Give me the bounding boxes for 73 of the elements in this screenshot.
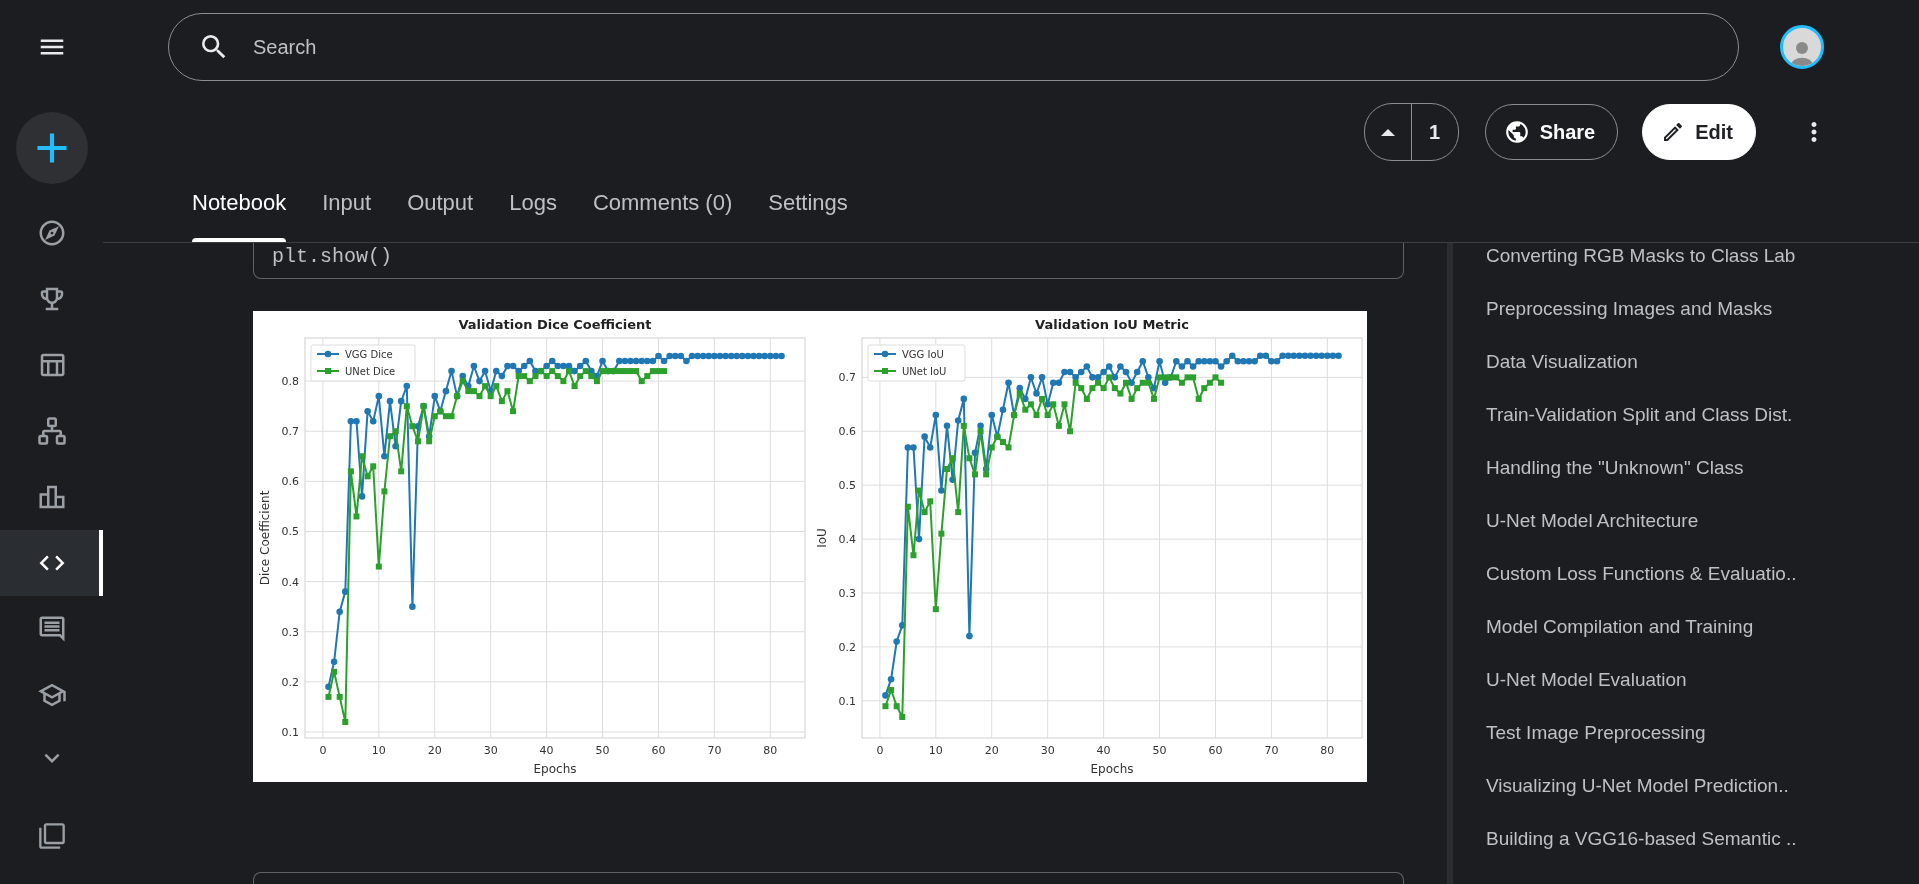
legend-label: UNet Dice (345, 366, 396, 377)
legend-label: VGG IoU (902, 349, 944, 360)
toc-link[interactable]: Train-Validation Split and Class Dist. (1486, 388, 1919, 441)
tick-label: 0.2 (281, 675, 299, 689)
tick-label: 0.4 (838, 533, 856, 547)
tick-label: 0.6 (838, 425, 856, 439)
vote-count: 1 (1410, 104, 1458, 160)
legend-label: VGG Dice (345, 349, 393, 360)
tab[interactable]: Logs (509, 164, 557, 242)
code-icon[interactable] (0, 530, 103, 596)
axis-label: Epochs (1090, 762, 1134, 776)
tick-label: 30 (1040, 744, 1055, 757)
tick-label: 60 (1208, 744, 1223, 757)
caret-up-icon (1380, 128, 1395, 136)
toc-link[interactable]: Test Image Preprocessing (1486, 706, 1919, 759)
toc-link[interactable]: Preprocessing Images and Masks (1486, 282, 1919, 335)
toc-link[interactable]: Converting RGB Masks to Class Lab (1486, 243, 1919, 282)
tick-label: 70 (1264, 744, 1279, 757)
toc-link[interactable]: Handling the "Unknown" Class (1486, 441, 1919, 494)
tick-label: 20 (984, 744, 999, 757)
toc-link[interactable]: U-Net Model Evaluation (1486, 653, 1919, 706)
toc-link[interactable]: Data Visualization (1486, 335, 1919, 388)
axis-label: Dice Coefficient (258, 490, 272, 586)
avatar[interactable] (1780, 25, 1824, 69)
legend-marker-icon (316, 350, 340, 358)
toc-link[interactable]: Visualizing U-Net Model Prediction.. (1486, 759, 1919, 812)
tab[interactable]: Input (322, 164, 372, 242)
legend-marker-icon (873, 368, 897, 374)
edit-button[interactable]: Edit (1642, 104, 1756, 160)
tick-label: 0 (876, 744, 884, 757)
chart-title: Validation IoU Metric (1035, 317, 1189, 332)
tick-label: 80 (1320, 744, 1335, 757)
tab[interactable]: Comments (0) (592, 164, 733, 242)
tick-label: 0.7 (281, 425, 299, 439)
toc-link[interactable]: Custom Loss Functions & Evaluatio.. (1486, 547, 1919, 600)
tick-label: 20 (427, 744, 442, 757)
search-field[interactable]: Search (168, 13, 1739, 81)
tick-label: 50 (595, 744, 610, 757)
tick-label: 0.7 (838, 371, 856, 385)
tick-label: 0.5 (838, 479, 856, 493)
toc-link[interactable]: Model Compilation and Training (1486, 600, 1919, 653)
tick-label: 10 (371, 744, 386, 757)
tab[interactable]: Output (407, 164, 474, 242)
tick-label: 0.2 (838, 640, 856, 654)
axis-label: IoU (815, 528, 829, 548)
tick-label: 0.8 (281, 375, 299, 389)
toc-link[interactable]: U-Net Model Architecture (1486, 494, 1919, 547)
tick-label: 50 (1152, 744, 1167, 757)
tick-label: 10 (928, 744, 943, 757)
toc-link[interactable]: Building a VGG16-based Semantic .. (1486, 812, 1919, 865)
axis-label: Epochs (533, 762, 577, 776)
tab[interactable]: Notebook (192, 164, 287, 242)
tick-label: 40 (539, 744, 554, 757)
legend-marker-icon (873, 350, 897, 358)
tick-label: 0.4 (281, 575, 299, 589)
tick-label: 0.1 (281, 726, 299, 739)
tick-label: 60 (651, 744, 666, 757)
tab[interactable]: Settings (768, 164, 848, 242)
legend-label: UNet IoU (902, 366, 947, 377)
tick-label: 0.3 (838, 587, 856, 600)
globe-icon (1503, 119, 1530, 145)
tick-label: 0 (319, 744, 327, 757)
chart-title: Validation Dice Coefficient (458, 317, 652, 332)
legend-marker-icon (316, 368, 340, 374)
tick-label: 30 (483, 744, 498, 757)
tick-label: 80 (763, 744, 778, 757)
tick-label: 0.6 (281, 475, 299, 489)
tick-label: 0.1 (838, 694, 856, 708)
code-line: plt.show() (272, 245, 394, 268)
tick-label: 70 (707, 744, 722, 757)
tick-label: 40 (1096, 744, 1111, 757)
tick-label: 0.3 (281, 625, 299, 639)
tick-label: 0.5 (281, 525, 299, 539)
